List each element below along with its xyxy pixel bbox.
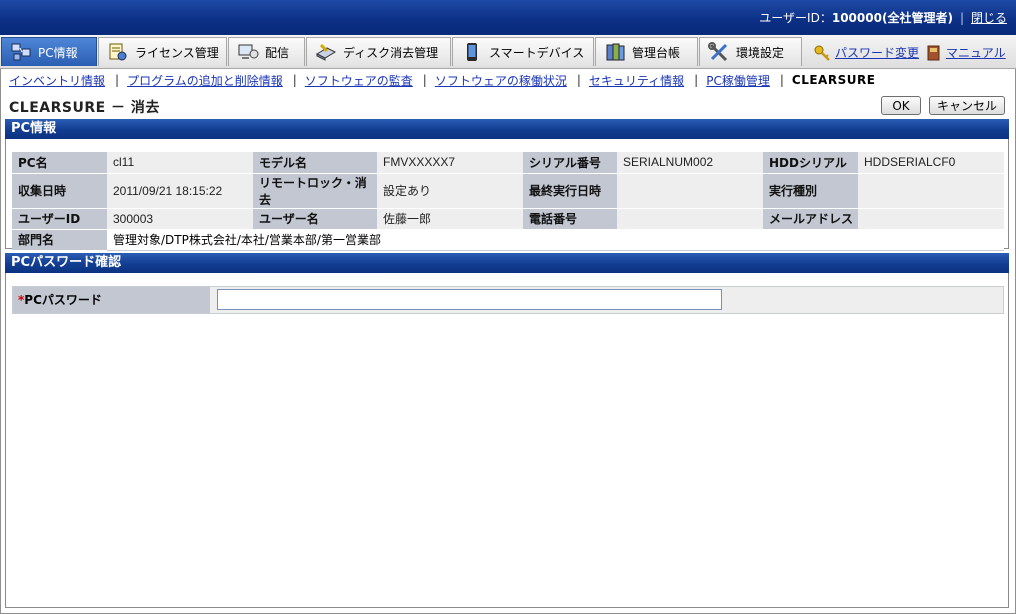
top-header: ユーザーID： 100000 (全社管理者) | 閉じる [0, 0, 1016, 35]
disk-erase-icon [315, 42, 337, 62]
user-info: ユーザーID： 100000 (全社管理者) | 閉じる [759, 9, 1007, 26]
tab-settings[interactable]: 環境設定 [699, 37, 802, 66]
user-id-value: 100000 [831, 10, 882, 25]
pc-password-row: *PCパスワード [12, 286, 1004, 314]
field-value [617, 208, 763, 230]
field-value: 2011/09/21 18:15:22 [107, 173, 253, 209]
table-row: 収集日時 2011/09/21 18:15:22 リモートロック・消去 設定あり… [12, 173, 1004, 209]
password-change-link-wrap: パスワード変更 [814, 44, 919, 61]
sublink-security[interactable]: セキュリティ情報 [589, 72, 684, 89]
field-value: 設定あり [377, 173, 523, 209]
field-value: cl11 [107, 152, 253, 174]
sublink-inventory[interactable]: インベントリ情報 [9, 72, 105, 89]
pc-password-input[interactable] [217, 289, 722, 310]
license-icon [107, 42, 129, 62]
field-value: 300003 [107, 208, 253, 230]
separator: | [292, 73, 297, 87]
field-value [858, 208, 1004, 230]
pc-info-table: PC名 cl11 モデル名 FMVXXXXX7 シリアル番号 SERIALNUM… [12, 152, 1004, 251]
key-icon [814, 45, 832, 61]
tab-license[interactable]: ライセンス管理 [98, 37, 227, 66]
tab-smart-device[interactable]: スマートデバイス [452, 37, 594, 66]
tab-pc-info[interactable]: PC情報 [1, 37, 97, 66]
smart-device-icon [461, 42, 483, 62]
pc-password-header: PCパスワード確認 [5, 253, 1009, 273]
field-label: 部門名 [12, 229, 107, 251]
tools-icon [708, 42, 730, 62]
sublink-programs[interactable]: プログラムの追加と削除情報 [127, 72, 283, 89]
tab-label: 配信 [265, 45, 290, 60]
book-icon [926, 45, 942, 61]
separator: | [422, 73, 427, 87]
manual-link-wrap: マニュアル [926, 44, 1006, 61]
field-label: 実行種別 [763, 173, 858, 209]
field-label: HDDシリアル [763, 152, 858, 174]
field-value [617, 173, 763, 209]
separator: | [115, 73, 120, 87]
field-label: シリアル番号 [523, 152, 617, 174]
field-value: 佐藤一郎 [377, 208, 523, 230]
distribution-icon [237, 42, 259, 62]
field-label: リモートロック・消去 [253, 173, 377, 209]
field-label: ユーザーID [12, 208, 107, 230]
sublink-software-usage[interactable]: ソフトウェアの稼働状況 [435, 72, 567, 89]
ok-button[interactable]: OK [881, 96, 921, 115]
main-nav: PC情報 ライセンス管理 配信 ディスク消去管理 スマートデバイス 管理台帳 環… [0, 35, 1016, 69]
password-change-link[interactable]: パスワード変更 [835, 44, 919, 61]
sub-nav: インベントリ情報 | プログラムの追加と削除情報 | ソフトウェアの監査 | ソ… [9, 71, 875, 89]
user-role: (全社管理者) [881, 11, 953, 25]
close-link[interactable]: 閉じる [971, 9, 1007, 26]
page-title: CLEARSURE － 消去 [9, 100, 160, 116]
field-value: FMVXXXXX7 [377, 152, 523, 174]
field-label: PC名 [12, 152, 107, 174]
user-id-label: ユーザーID： [759, 11, 832, 25]
pc-password-label-text: PCパスワード [24, 293, 102, 307]
manual-link[interactable]: マニュアル [946, 44, 1006, 61]
cancel-button[interactable]: キャンセル [929, 96, 1005, 115]
field-label: 最終実行日時 [523, 173, 617, 209]
field-label: 電話番号 [523, 208, 617, 230]
tab-label: ディスク消去管理 [343, 45, 439, 60]
tab-disk-erase[interactable]: ディスク消去管理 [306, 37, 451, 66]
tab-label: 管理台帳 [632, 45, 681, 60]
tab-label: ライセンス管理 [135, 45, 219, 60]
tab-ledger[interactable]: 管理台帳 [595, 37, 698, 66]
tab-label: スマートデバイス [489, 45, 585, 60]
table-row: ユーザーID 300003 ユーザー名 佐藤一郎 電話番号 メールアドレス [12, 208, 1004, 230]
tab-label: 環境設定 [736, 45, 785, 60]
separator: | [576, 73, 581, 87]
field-label: モデル名 [253, 152, 377, 174]
pc-password-panel [5, 273, 1009, 608]
sublink-software-audit[interactable]: ソフトウェアの監査 [305, 72, 413, 89]
sublink-current: CLEARSURE [791, 73, 876, 87]
tab-distribution[interactable]: 配信 [228, 37, 305, 66]
separator: | [779, 73, 784, 87]
separator: | [694, 73, 699, 87]
dept-value: 管理対象/DTP株式会社/本社/営業本部/第一営業部 [107, 229, 1004, 251]
field-label: メールアドレス [763, 208, 858, 230]
field-value: SERIALNUM002 [617, 152, 763, 174]
pc-password-label: *PCパスワード [13, 287, 210, 313]
tab-label: PC情報 [38, 45, 78, 60]
pc-network-icon [10, 42, 32, 62]
field-value: HDDSERIALCF0 [858, 152, 1004, 174]
separator: | [959, 10, 964, 25]
field-label: 収集日時 [12, 173, 107, 209]
pc-info-header: PC情報 [5, 119, 1009, 139]
ledger-icon [604, 42, 626, 62]
table-row: 部門名 管理対象/DTP株式会社/本社/営業本部/第一営業部 [12, 229, 1004, 251]
field-label: ユーザー名 [253, 208, 377, 230]
field-value [858, 173, 1004, 209]
sublink-pc-operation[interactable]: PC稼働管理 [706, 72, 770, 89]
table-row: PC名 cl11 モデル名 FMVXXXXX7 シリアル番号 SERIALNUM… [12, 152, 1004, 174]
